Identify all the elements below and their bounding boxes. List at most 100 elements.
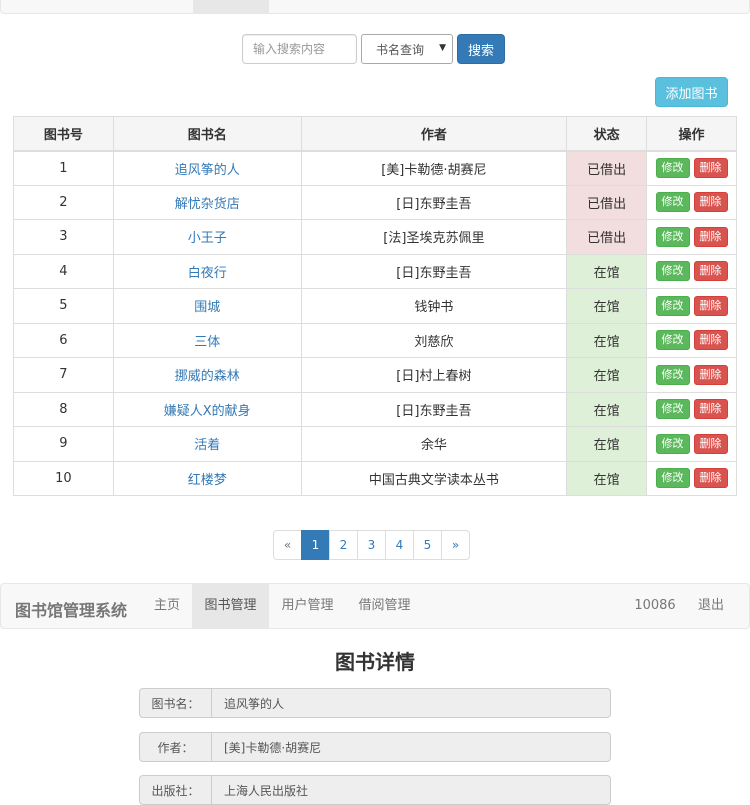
books-table: 图书号 图书名 作者 状态 操作 1 追风筝的人 [美]卡勒德·胡赛尼 已借出 修改 删除…: [13, 116, 737, 496]
cell-author: [日]东野圭吾: [300, 391, 568, 427]
pagination-prev[interactable]: «: [273, 530, 302, 560]
cell-status: 在馆: [566, 391, 648, 427]
field-label: 出版社：: [139, 775, 212, 805]
delete-button[interactable]: 删除: [693, 158, 728, 178]
cell-book-name: 挪威的森林: [112, 357, 302, 393]
edit-button[interactable]: 修改: [655, 468, 690, 489]
pagination-page-1[interactable]: 1: [301, 530, 330, 560]
header-actions: 操作: [646, 116, 737, 152]
pagination-page-2[interactable]: 2: [329, 530, 358, 560]
cell-author: [法]圣埃克苏佩里: [300, 219, 568, 255]
book-name-link[interactable]: 嫌疑人X的献身: [164, 404, 251, 419]
cell-book-id: 5: [13, 288, 114, 324]
field-value[interactable]: [美]卡勒德·胡赛尼: [212, 732, 611, 762]
edit-button[interactable]: 修改: [655, 364, 690, 385]
cell-book-name: 白夜行: [112, 253, 302, 289]
delete-button[interactable]: 删除: [693, 468, 728, 489]
cell-status: 已借出: [566, 184, 648, 220]
cell-book-id: 7: [13, 357, 114, 393]
nav-logout-link[interactable]: 退出: [685, 584, 737, 628]
add-book-button[interactable]: 添加图书: [655, 77, 728, 107]
cell-book-name: 解忧杂货店: [112, 184, 302, 220]
detail-field-author: 作者： [美]卡勒德·胡赛尼: [139, 732, 611, 762]
table-row: 9 活着 余华 在馆 修改 删除: [13, 426, 737, 462]
book-name-link[interactable]: 围城: [194, 300, 220, 315]
cell-actions: 修改 删除: [646, 219, 737, 255]
cell-actions: 修改 删除: [646, 184, 737, 220]
table-row: 8 嫌疑人X的献身 [日]东野圭吾 在馆 修改 删除: [13, 391, 737, 427]
edit-button[interactable]: 修改: [655, 399, 690, 420]
nav-link-borrow-management[interactable]: 借阅管理: [346, 584, 423, 628]
detail-field-publisher: 出版社： 上海人民出版社: [139, 775, 611, 805]
cell-book-name: 围城: [112, 288, 302, 324]
cell-book-id: 3: [13, 219, 114, 255]
field-value[interactable]: 上海人民出版社: [212, 775, 611, 805]
nav-link-home[interactable]: 主页: [141, 584, 193, 628]
delete-button[interactable]: 删除: [693, 226, 728, 247]
top-navbar-active-tab[interactable]: [193, 0, 269, 14]
edit-button[interactable]: 修改: [655, 226, 690, 247]
cell-actions: 修改 删除: [646, 357, 737, 393]
delete-button[interactable]: 删除: [693, 261, 728, 282]
table-row: 3 小王子 [法]圣埃克苏佩里 已借出 修改 删除: [13, 219, 737, 255]
nav-user-id[interactable]: 10086: [627, 584, 683, 628]
cell-status: 在馆: [566, 426, 648, 462]
book-name-link[interactable]: 白夜行: [188, 266, 227, 281]
pagination-page-4[interactable]: 4: [385, 530, 414, 560]
search-button[interactable]: 搜索: [457, 34, 505, 64]
search-type-select[interactable]: 书名查询 ▼: [361, 34, 453, 64]
pagination-page-5[interactable]: 5: [413, 530, 442, 560]
cell-status: 在馆: [566, 357, 648, 393]
cell-book-name: 嫌疑人X的献身: [112, 391, 302, 427]
table-header-row: 图书号 图书名 作者 状态 操作: [13, 116, 737, 152]
navbar-brand[interactable]: 图书馆管理系统: [15, 597, 127, 621]
book-name-link[interactable]: 追风筝的人: [175, 163, 240, 178]
header-book-id: 图书号: [13, 116, 114, 152]
delete-button[interactable]: 删除: [693, 330, 728, 351]
cell-author: [日]东野圭吾: [300, 253, 568, 289]
pagination: « 1 2 3 4 5 »: [273, 530, 470, 560]
book-name-link[interactable]: 活着: [194, 438, 220, 453]
delete-button[interactable]: 删除: [693, 192, 728, 213]
edit-button[interactable]: 修改: [655, 261, 690, 282]
search-input[interactable]: [242, 34, 357, 64]
book-name-link[interactable]: 挪威的森林: [175, 369, 240, 384]
cell-book-id: 1: [13, 150, 114, 186]
delete-button[interactable]: 删除: [693, 295, 728, 316]
cell-book-name: 三体: [112, 322, 302, 358]
book-name-link[interactable]: 三体: [194, 335, 220, 350]
edit-button[interactable]: 修改: [655, 158, 690, 178]
field-label: 作者：: [139, 732, 212, 762]
pagination-page-3[interactable]: 3: [357, 530, 386, 560]
delete-button[interactable]: 删除: [693, 364, 728, 385]
table-row: 10 红楼梦 中国古典文学读本丛书 在馆 修改 删除: [13, 460, 737, 496]
cell-actions: 修改 删除: [646, 288, 737, 324]
edit-button[interactable]: 修改: [655, 192, 690, 213]
table-row: 4 白夜行 [日]东野圭吾 在馆 修改 删除: [13, 253, 737, 289]
cell-book-id: 9: [13, 426, 114, 462]
delete-button[interactable]: 删除: [693, 399, 728, 420]
cell-book-id: 2: [13, 184, 114, 220]
table-row: 6 三体 刘慈欣 在馆 修改 删除: [13, 322, 737, 358]
cell-author: [美]卡勒德·胡赛尼: [300, 150, 568, 186]
cell-book-id: 10: [13, 460, 114, 496]
delete-button[interactable]: 删除: [693, 433, 728, 454]
cell-status: 在馆: [566, 253, 648, 289]
book-name-link[interactable]: 解忧杂货店: [175, 197, 240, 212]
book-name-link[interactable]: 红楼梦: [188, 473, 227, 488]
cell-status: 已借出: [566, 150, 648, 186]
edit-button[interactable]: 修改: [655, 330, 690, 351]
book-name-link[interactable]: 小王子: [188, 231, 227, 246]
cell-author: [日]村上春树: [300, 357, 568, 393]
nav-link-user-management[interactable]: 用户管理: [269, 584, 346, 628]
field-value[interactable]: 追风筝的人: [212, 688, 611, 718]
edit-button[interactable]: 修改: [655, 433, 690, 454]
edit-button[interactable]: 修改: [655, 295, 690, 316]
table-row: 1 追风筝的人 [美]卡勒德·胡赛尼 已借出 修改 删除: [13, 150, 737, 186]
table-row: 2 解忧杂货店 [日]东野圭吾 已借出 修改 删除: [13, 184, 737, 220]
cell-author: 刘慈欣: [300, 322, 568, 358]
pagination-next[interactable]: »: [441, 530, 470, 560]
cell-author: [日]东野圭吾: [300, 184, 568, 220]
cell-status: 在馆: [566, 288, 648, 324]
nav-link-book-management[interactable]: 图书管理: [192, 584, 269, 628]
